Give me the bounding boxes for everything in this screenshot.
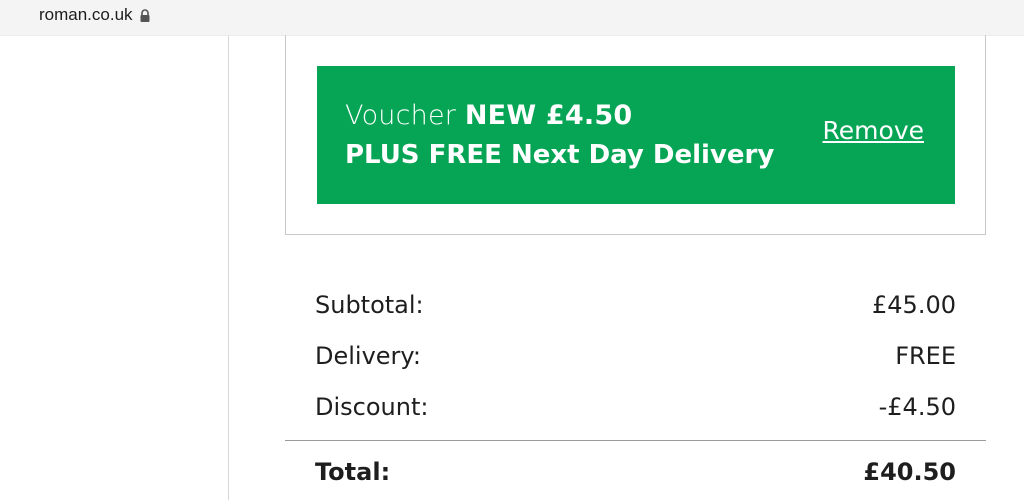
- total-value: £40.50: [863, 458, 956, 486]
- total-label: Total:: [315, 458, 391, 486]
- voucher-code: NEW £4.50: [464, 100, 633, 131]
- discount-value: -£4.50: [878, 393, 956, 421]
- discount-label: Discount:: [315, 393, 429, 421]
- delivery-row: Delivery: FREE: [315, 342, 956, 370]
- voucher-title: Voucher NEW £4.50: [345, 100, 632, 131]
- subtotal-row: Subtotal: £45.00: [315, 291, 956, 319]
- subtotal-label: Subtotal:: [315, 291, 424, 319]
- remove-voucher-link[interactable]: Remove: [823, 116, 924, 145]
- browser-address-bar[interactable]: roman.co.uk: [0, 0, 1024, 36]
- url-text: roman.co.uk: [39, 5, 133, 24]
- delivery-label: Delivery:: [315, 342, 421, 370]
- voucher-prefix: Voucher: [345, 100, 457, 131]
- voucher-banner: Voucher NEW £4.50 PLUS FREE Next Day Del…: [317, 66, 955, 204]
- total-row: Total: £40.50: [315, 458, 956, 486]
- subtotal-value: £45.00: [872, 291, 956, 319]
- url-display[interactable]: roman.co.uk: [39, 5, 151, 25]
- column-divider: [228, 36, 229, 500]
- voucher-offer: PLUS FREE Next Day Delivery: [345, 140, 775, 170]
- lock-icon: [139, 8, 151, 22]
- discount-row: Discount: -£4.50: [315, 393, 956, 421]
- summary-divider: [285, 440, 986, 441]
- delivery-value: FREE: [895, 342, 956, 370]
